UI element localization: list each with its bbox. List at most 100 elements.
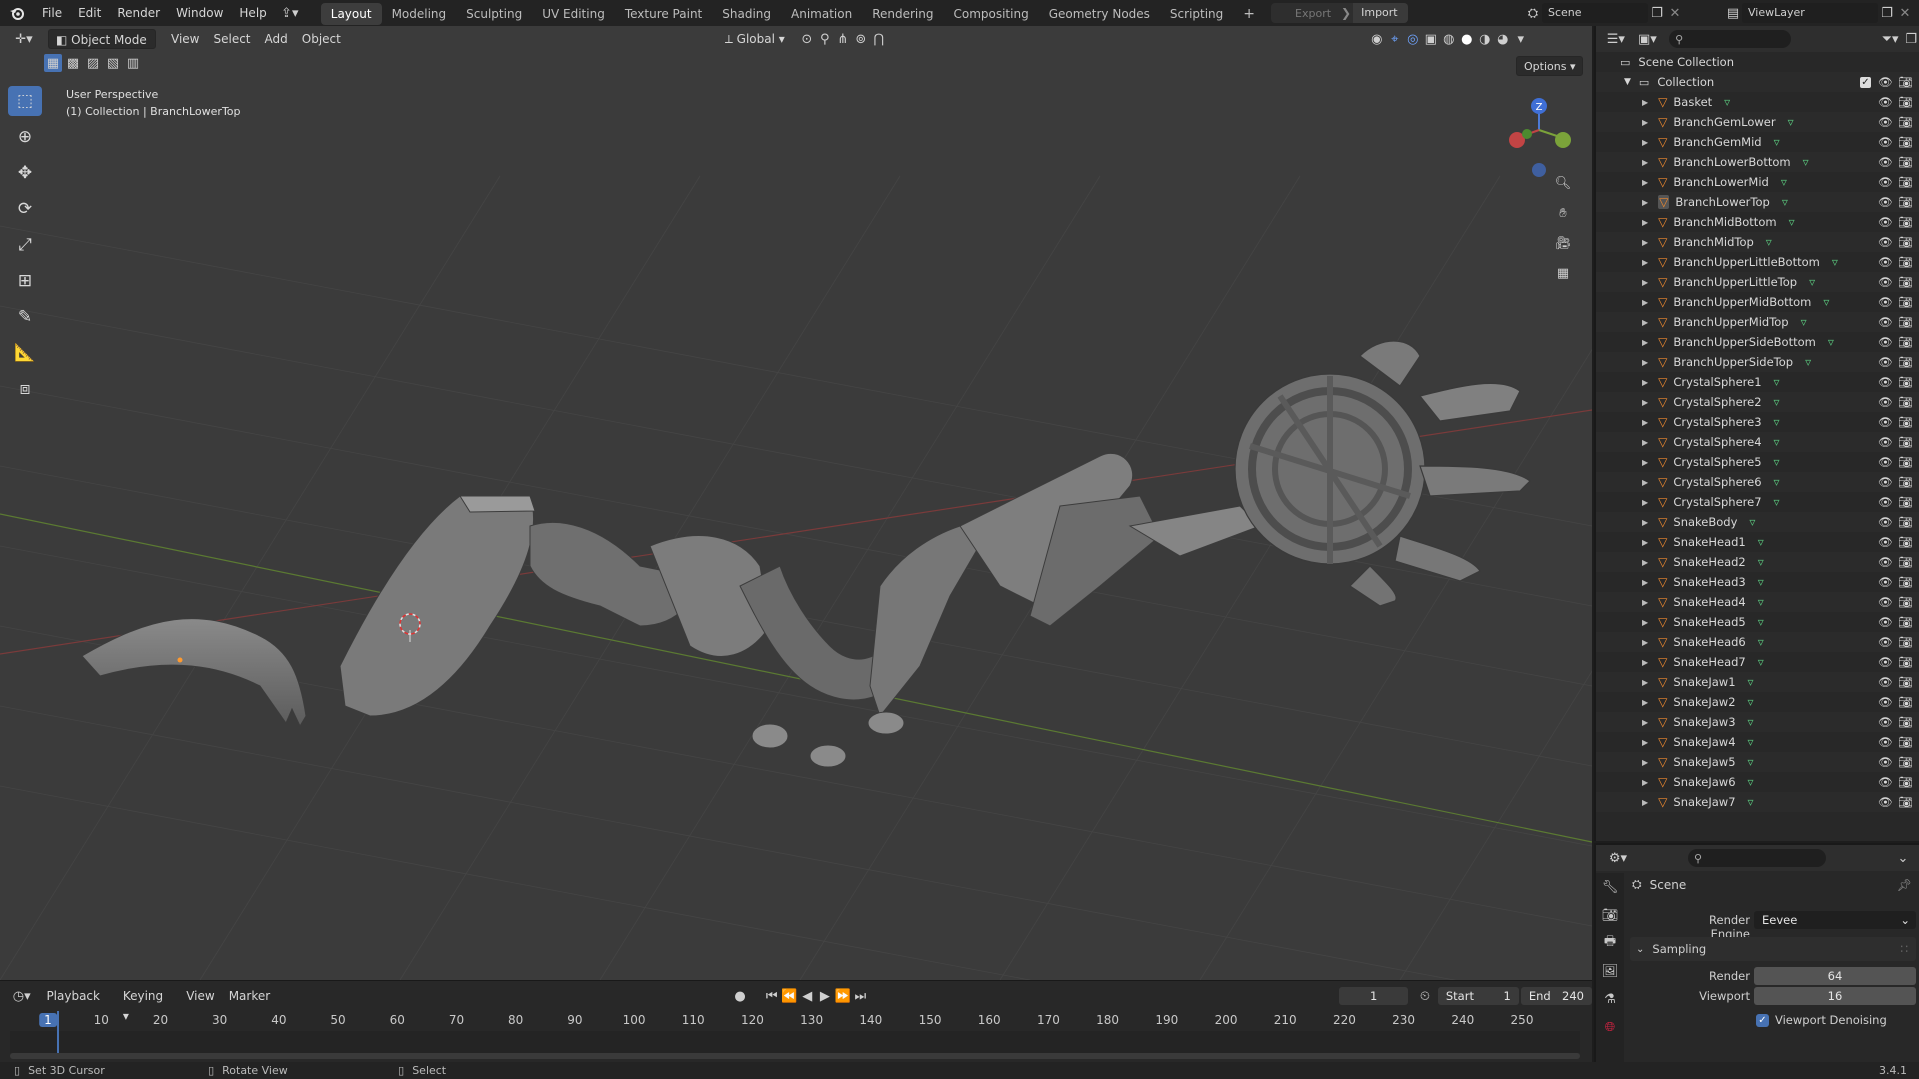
chevron-right-icon[interactable]: ▶ (1642, 118, 1648, 127)
eye-icon[interactable]: 👁︎ (1878, 255, 1893, 269)
tab-shading[interactable]: Shading (712, 3, 781, 25)
outliner-item[interactable]: ▶ ▽ SnakeJaw1 ▿ 👁︎ 📷︎ (1596, 672, 1919, 692)
outliner-item[interactable]: ▶ ▽ BranchUpperLittleBottom ▿ 👁︎ 📷︎ (1596, 252, 1919, 272)
tool-tab-icon[interactable]: 🔧︎ (1596, 873, 1624, 901)
jump-start-icon[interactable]: ⏮ (763, 987, 781, 1005)
blender-logo-icon[interactable] (0, 0, 34, 26)
render-tab-icon[interactable]: 📷︎ (1596, 901, 1624, 929)
chevron-right-icon[interactable]: ▶ (1642, 718, 1648, 727)
import-button[interactable]: Import (1353, 3, 1408, 23)
eye-icon[interactable]: 👁︎ (1878, 95, 1893, 109)
chevron-right-icon[interactable]: ▶ (1642, 378, 1648, 387)
outliner-item[interactable]: ▶ ▽ SnakeJaw6 ▿ 👁︎ 📷︎ (1596, 772, 1919, 792)
outliner-item[interactable]: ▶ ▽ BranchUpperSideTop ▿ 👁︎ 📷︎ (1596, 352, 1919, 372)
solid-shading-icon[interactable]: ● (1458, 30, 1476, 48)
chevron-right-icon[interactable]: ▶ (1642, 358, 1648, 367)
add-workspace-button[interactable]: + (1233, 3, 1265, 25)
camera-render-icon[interactable]: 📷︎ (1898, 615, 1913, 629)
menu-keying[interactable]: Keying ▾ (116, 986, 179, 1023)
tab-animation[interactable]: Animation (781, 3, 862, 25)
outliner-item[interactable]: ▶ ▽ SnakeHead1 ▿ 👁︎ 📷︎ (1596, 532, 1919, 552)
eye-icon[interactable]: 👁︎ (1878, 295, 1893, 309)
visibility-icon[interactable]: ◉ (1368, 30, 1386, 48)
eye-icon[interactable]: 👁︎ (1878, 315, 1893, 329)
view-layer-tab-icon[interactable]: 🖼︎ (1596, 957, 1624, 985)
cursor-tool-icon[interactable]: ⊕ (8, 122, 42, 152)
properties-search-input[interactable]: ⚲ (1688, 849, 1826, 867)
ortho-grid-icon[interactable]: ▦ (1552, 262, 1574, 284)
menu-window[interactable]: Window (168, 0, 231, 26)
menu-edit[interactable]: Edit (70, 0, 109, 26)
eye-icon[interactable]: 👁︎ (1878, 595, 1893, 609)
chevron-right-icon[interactable]: ▶ (1642, 218, 1648, 227)
close-icon[interactable]: ✕ (1896, 4, 1914, 22)
camera-render-icon[interactable]: 📷︎ (1898, 175, 1913, 189)
outliner-item[interactable]: ▶ ▽ SnakeJaw3 ▿ 👁︎ 📷︎ (1596, 712, 1919, 732)
select-subtract-icon[interactable]: ▨ (84, 54, 102, 72)
camera-render-icon[interactable]: 📷︎ (1898, 295, 1913, 309)
camera-render-icon[interactable]: 📷︎ (1898, 635, 1913, 649)
viewport-samples-field[interactable]: 16 (1754, 987, 1916, 1005)
eye-icon[interactable]: 👁︎ (1878, 535, 1893, 549)
viewport-denoising-checkbox[interactable]: ✓ (1756, 1013, 1769, 1027)
add-cube-tool-icon[interactable]: ⧈ (8, 374, 42, 404)
mode-selector[interactable]: ◧ Object Mode ▾ (48, 29, 156, 67)
camera-render-icon[interactable]: 📷︎ (1898, 115, 1913, 129)
move-tool-icon[interactable]: ✥ (8, 158, 42, 188)
menu-marker[interactable]: Marker (222, 986, 277, 1006)
prev-keyframe-icon[interactable]: ⏪ (781, 987, 799, 1005)
outliner-item[interactable]: ▶ ▽ BranchMidTop ▿ 👁︎ 📷︎ (1596, 232, 1919, 252)
outliner-item[interactable]: ▶ ▽ CrystalSphere7 ▿ 👁︎ 📷︎ (1596, 492, 1919, 512)
eye-icon[interactable]: 👁︎ (1878, 355, 1893, 369)
outliner-item[interactable]: ▶ ▽ BranchUpperMidBottom ▿ 👁︎ 📷︎ (1596, 292, 1919, 312)
camera-render-icon[interactable]: 📷︎ (1898, 315, 1913, 329)
camera-render-icon[interactable]: 📷︎ (1898, 335, 1913, 349)
output-tab-icon[interactable]: 🖶︎ (1596, 929, 1624, 957)
eye-icon[interactable]: 👁︎ (1878, 395, 1893, 409)
play-reverse-icon[interactable]: ◀ (798, 987, 816, 1005)
shading-options-icon[interactable]: ▾ (1512, 30, 1530, 48)
eye-icon[interactable]: 👁︎ (1878, 575, 1893, 589)
eye-icon[interactable]: 👁︎ (1878, 235, 1893, 249)
menu-select[interactable]: Select (206, 29, 257, 49)
chevron-right-icon[interactable]: ▶ (1642, 458, 1648, 467)
eye-icon[interactable]: 👁︎ (1878, 275, 1893, 289)
chevron-right-icon[interactable]: ▶ (1642, 738, 1648, 747)
chevron-right-icon[interactable]: ▶ (1642, 558, 1648, 567)
eye-icon[interactable]: 👁︎ (1878, 515, 1893, 529)
zoom-icon[interactable]: 🔍︎ (1552, 172, 1574, 194)
outliner-item[interactable]: ▶ ▽ BranchMidBottom ▿ 👁︎ 📷︎ (1596, 212, 1919, 232)
camera-render-icon[interactable]: 📷︎ (1898, 515, 1913, 529)
camera-render-icon[interactable]: 📷︎ (1898, 235, 1913, 249)
outliner-item[interactable]: ▶ ▽ BranchUpperMidTop ▿ 👁︎ 📷︎ (1596, 312, 1919, 332)
render-samples-field[interactable]: 64 (1754, 967, 1916, 985)
camera-render-icon[interactable]: 📷︎ (1898, 275, 1913, 289)
snap-icon[interactable]: ⚲ (816, 30, 834, 48)
menu-render[interactable]: Render (109, 0, 168, 26)
outliner-item[interactable]: ▶ ▽ CrystalSphere5 ▿ 👁︎ 📷︎ (1596, 452, 1919, 472)
preview-range-icon[interactable]: ⏲ (1416, 987, 1434, 1005)
menu-playback[interactable]: Playback ▾ (39, 986, 115, 1023)
outliner-item[interactable]: ▶ ▽ BranchGemLower ▿ 👁︎ 📷︎ (1596, 112, 1919, 132)
camera-render-icon[interactable]: 📷︎ (1898, 135, 1913, 149)
close-icon[interactable]: ✕ (1666, 4, 1684, 22)
chevron-right-icon[interactable]: ▶ (1642, 658, 1648, 667)
tab-geometry-nodes[interactable]: Geometry Nodes (1039, 3, 1160, 25)
material-shading-icon[interactable]: ◑ (1476, 30, 1494, 48)
eye-icon[interactable]: 👁︎ (1878, 415, 1893, 429)
camera-render-icon[interactable]: 📷︎ (1898, 555, 1913, 569)
pivot-icon[interactable]: ⊙ (798, 30, 816, 48)
pan-hand-icon[interactable]: ✋︎ (1552, 202, 1574, 224)
tab-rendering[interactable]: Rendering (862, 3, 943, 25)
drag-handle-icon[interactable]: ∷ (1900, 942, 1908, 956)
camera-render-icon[interactable]: 📷︎ (1898, 255, 1913, 269)
outliner-item[interactable]: ▶ ▽ SnakeJaw5 ▿ 👁︎ 📷︎ (1596, 752, 1919, 772)
eye-icon[interactable]: 👁︎ (1878, 155, 1893, 169)
editor-type-icon[interactable]: ✛▾ (4, 30, 44, 48)
y-axis-icon[interactable] (1555, 132, 1571, 148)
eye-icon[interactable]: 👁︎ (1878, 615, 1893, 629)
sampling-panel-header[interactable]: ⌄ Sampling ∷ (1630, 937, 1916, 961)
outliner-item[interactable]: ▶ ▽ CrystalSphere3 ▿ 👁︎ 📷︎ (1596, 412, 1919, 432)
eye-icon[interactable]: 👁︎ (1878, 135, 1893, 149)
3d-viewport[interactable]: ✛▾ ◧ Object Mode ▾ View Select Add Objec… (0, 26, 1592, 980)
